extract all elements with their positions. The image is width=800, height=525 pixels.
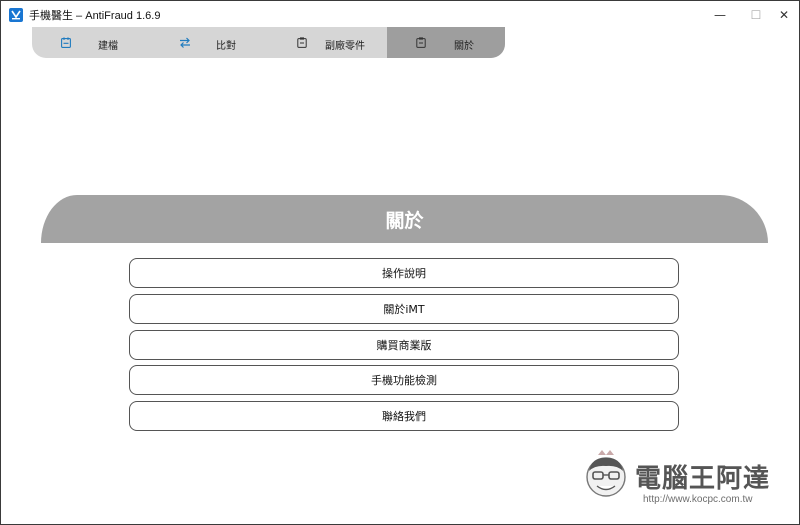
close-icon: ✕ <box>778 8 790 22</box>
window-title: 手機醫生 – AntiFraud 1.6.9 <box>29 10 161 22</box>
about-imt-button[interactable]: 關於iMT <box>129 294 679 324</box>
tab-create-file-label: 建檔 <box>98 41 118 52</box>
tab-compare[interactable]: 比對 <box>150 27 268 58</box>
tab-third-party-parts-label: 副廠零件 <box>325 41 365 52</box>
clipboard-icon <box>416 37 426 48</box>
watermark-brand: 電腦王阿達 <box>635 464 771 494</box>
close-button[interactable]: ✕ <box>765 1 799 29</box>
minimize-icon: — <box>714 8 726 22</box>
tab-create-file[interactable]: 建檔 <box>32 27 150 58</box>
watermark-mascot-icon <box>586 450 626 497</box>
tab-compare-label: 比對 <box>216 41 236 52</box>
top-nav: 建檔 比對 副廠零件 關於 <box>32 27 505 58</box>
swap-arrows-icon <box>180 37 190 48</box>
page-title: 關於 <box>385 209 424 232</box>
contact-us-button[interactable]: 聯絡我們 <box>129 401 679 431</box>
instructions-button[interactable]: 操作說明 <box>129 258 679 288</box>
maximize-icon: ☐ <box>750 8 762 22</box>
calendar-icon <box>61 37 71 48</box>
clipboard-icon <box>297 37 307 48</box>
tab-third-party-parts[interactable]: 副廠零件 <box>268 27 387 58</box>
tab-about-label: 關於 <box>454 41 474 52</box>
buy-commercial-button[interactable]: 購買商業版 <box>129 330 679 360</box>
title-bar: 手機醫生 – AntiFraud 1.6.9 — ☐ ✕ <box>1 1 799 29</box>
tab-about[interactable]: 關於 <box>387 27 505 58</box>
minimize-button[interactable]: — <box>701 1 739 29</box>
app-window: 手機醫生 – AntiFraud 1.6.9 — ☐ ✕ 建檔 比對 副廠零件 … <box>0 0 800 525</box>
app-logo-icon <box>9 8 23 22</box>
watermark-url: http://www.kocpc.com.tw <box>643 494 753 505</box>
phone-function-test-button[interactable]: 手機功能檢測 <box>129 365 679 395</box>
section-banner: 關於 <box>41 195 768 243</box>
